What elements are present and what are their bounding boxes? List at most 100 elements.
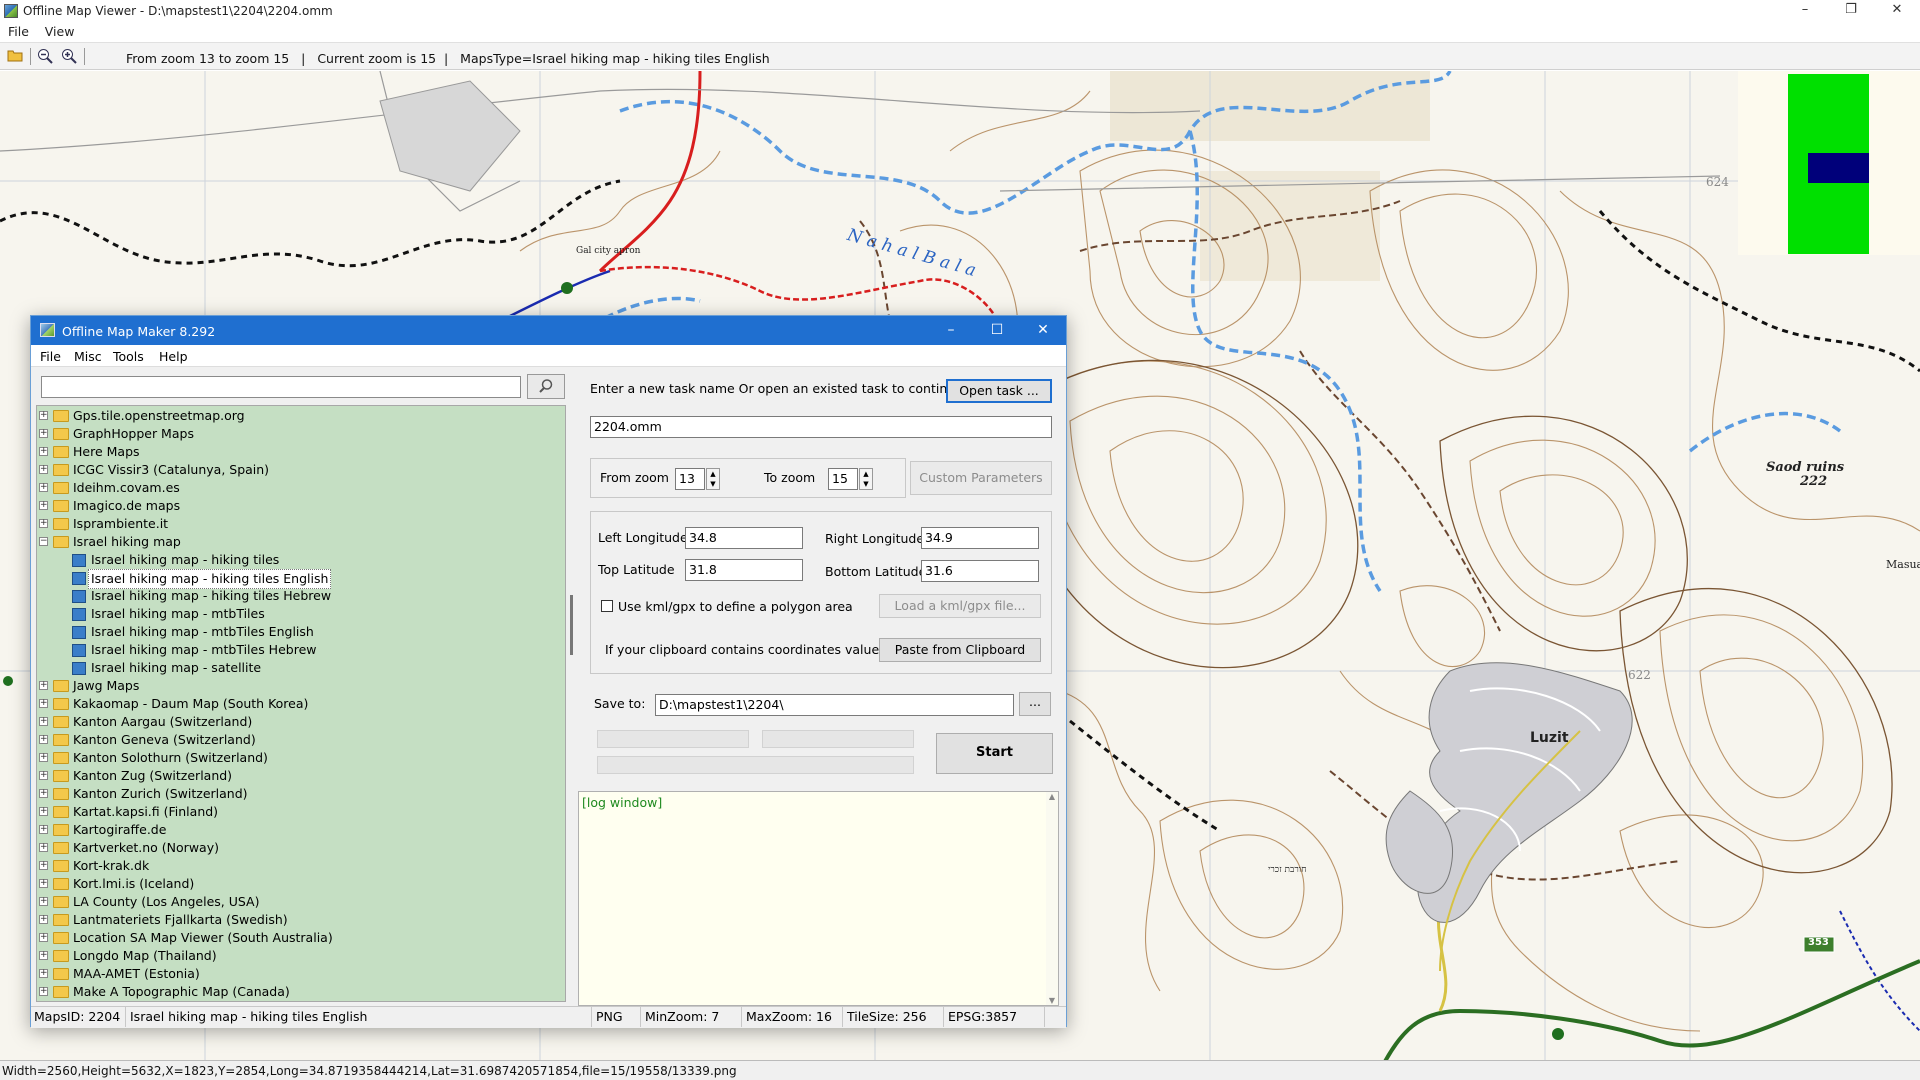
tree-folder-item[interactable]: + Kartat.kapsi.fi (Finland) [37, 803, 565, 821]
tree-expander-icon[interactable]: + [39, 483, 48, 492]
dialog-menu-file[interactable]: File [40, 345, 61, 364]
tree-expander-icon[interactable]: + [39, 699, 48, 708]
tree-expander-icon[interactable]: + [39, 735, 48, 744]
dialog-minimize-button[interactable]: – [928, 316, 974, 345]
tree-folder-item[interactable]: + Kanton Aargau (Switzerland) [37, 713, 565, 731]
tree-scrollbar[interactable] [567, 405, 577, 1002]
save-to-input[interactable]: D:\mapstest1\2204\ [655, 694, 1014, 716]
tree-map-item[interactable]: Israel hiking map - hiking tiles Hebrew [37, 587, 565, 605]
scroll-up-icon[interactable]: ▲ [1046, 792, 1058, 801]
maximize-button[interactable]: ❐ [1828, 0, 1874, 22]
tree-folder-item[interactable]: + Kanton Geneva (Switzerland) [37, 731, 565, 749]
tree-folder-item[interactable]: − Israel hiking map [37, 533, 565, 551]
zoom-out-icon[interactable] [36, 48, 54, 65]
load-kml-button[interactable]: Load a kml/gpx file... [879, 594, 1041, 618]
minimize-button[interactable]: – [1782, 0, 1828, 22]
tree-folder-item[interactable]: + Here Maps [37, 443, 565, 461]
to-zoom-input[interactable]: 15 [828, 468, 858, 490]
from-zoom-input[interactable]: 13 [675, 468, 705, 490]
tree-map-item[interactable]: Israel hiking map - hiking tiles English [37, 569, 565, 589]
tree-expander-icon[interactable]: + [39, 861, 48, 870]
tree-expander-icon[interactable]: + [39, 717, 48, 726]
tree-expander-icon[interactable]: + [39, 897, 48, 906]
top-latitude-input[interactable]: 31.8 [685, 559, 803, 581]
start-button[interactable]: Start [936, 733, 1053, 774]
tree-map-item[interactable]: Israel hiking map - mtbTiles Hebrew [37, 641, 565, 659]
tree-expander-icon[interactable]: − [39, 537, 48, 546]
tree-folder-item[interactable]: + Jawg Maps [37, 677, 565, 695]
open-task-button[interactable]: Open task ... [946, 379, 1052, 403]
close-button[interactable]: ✕ [1874, 0, 1920, 22]
tree-folder-item[interactable]: + Kanton Zurich (Switzerland) [37, 785, 565, 803]
tree-map-item[interactable]: Israel hiking map - mtbTiles [37, 605, 565, 623]
tree-folder-item[interactable]: + GraphHopper Maps [37, 425, 565, 443]
minimap[interactable] [1738, 71, 1920, 255]
tree-folder-item[interactable]: + Kartogiraffe.de [37, 821, 565, 839]
to-zoom-spinner[interactable]: ▲ ▼ [859, 468, 873, 490]
tree-folder-item[interactable]: + ICGC Vissir3 (Catalunya, Spain) [37, 461, 565, 479]
dialog-close-button[interactable]: ✕ [1020, 316, 1066, 345]
tree-expander-icon[interactable]: + [39, 771, 48, 780]
paste-from-clipboard-button[interactable]: Paste from Clipboard [879, 638, 1041, 662]
tree-expander-icon[interactable]: + [39, 933, 48, 942]
tree-expander-icon[interactable]: + [39, 987, 48, 996]
tree-folder-item[interactable]: + Ideihm.covam.es [37, 479, 565, 497]
tree-expander-icon[interactable]: + [39, 429, 48, 438]
tree-folder-item[interactable]: + Kanton Zug (Switzerland) [37, 767, 565, 785]
minimap-viewport[interactable] [1808, 153, 1869, 183]
from-zoom-spinner[interactable]: ▲ ▼ [706, 468, 720, 490]
tree-expander-icon[interactable]: + [39, 447, 48, 456]
tree-map-item[interactable]: Israel hiking map - hiking tiles [37, 551, 565, 569]
tree-folder-item[interactable]: + Isprambiente.it [37, 515, 565, 533]
tree-expander-icon[interactable]: + [39, 915, 48, 924]
tree-expander-icon[interactable]: + [39, 825, 48, 834]
dialog-maximize-button[interactable]: ☐ [974, 316, 1020, 345]
tree-folder-item[interactable]: + Kort-krak.dk [37, 857, 565, 875]
task-name-input[interactable]: 2204.omm [590, 416, 1052, 438]
tree-expander-icon[interactable]: + [39, 519, 48, 528]
tree-folder-item[interactable]: + Kakaomap - Daum Map (South Korea) [37, 695, 565, 713]
map-source-tree[interactable]: + Gps.tile.openstreetmap.org + GraphHopper … [36, 405, 566, 1002]
dialog-menu-misc[interactable]: Misc [74, 345, 102, 364]
tree-folder-item[interactable]: + Gps.tile.openstreetmap.org [37, 407, 565, 425]
tree-folder-item[interactable]: + Make A Topographic Map (Canada) [37, 983, 565, 1001]
dialog-menu-tools[interactable]: Tools [113, 345, 144, 364]
right-longitude-input[interactable]: 34.9 [921, 527, 1039, 549]
tree-folder-item[interactable]: + MAA-AMET (Estonia) [37, 965, 565, 983]
tree-folder-item[interactable]: + Kartverket.no (Norway) [37, 839, 565, 857]
tree-map-item[interactable]: Israel hiking map - satellite [37, 659, 565, 677]
scroll-down-icon[interactable]: ▼ [1046, 996, 1058, 1005]
log-scrollbar[interactable]: ▲ ▼ [1046, 792, 1058, 1005]
tree-expander-icon[interactable]: + [39, 879, 48, 888]
menu-view[interactable]: View [33, 22, 75, 39]
tree-folder-item[interactable]: + Longdo Map (Thailand) [37, 947, 565, 965]
tree-folder-item[interactable]: + Kort.lmi.is (Iceland) [37, 875, 565, 893]
tree-expander-icon[interactable]: + [39, 465, 48, 474]
tree-expander-icon[interactable]: + [39, 411, 48, 420]
tree-folder-item[interactable]: + Kanton Solothurn (Switzerland) [37, 749, 565, 767]
tree-expander-icon[interactable]: + [39, 969, 48, 978]
map-search-input[interactable] [41, 376, 521, 398]
tree-folder-item[interactable]: + Lantmateriets Fjallkarta (Swedish) [37, 911, 565, 929]
kml-polygon-checkbox[interactable] [601, 600, 613, 612]
menu-file[interactable]: File [0, 22, 29, 39]
tree-map-item[interactable]: Israel hiking map - mtbTiles English [37, 623, 565, 641]
tree-expander-icon[interactable]: + [39, 843, 48, 852]
tree-expander-icon[interactable]: + [39, 753, 48, 762]
tree-folder-item[interactable]: + Location SA Map Viewer (South Australia… [37, 929, 565, 947]
bottom-latitude-input[interactable]: 31.6 [921, 560, 1039, 582]
zoom-in-icon[interactable] [60, 48, 78, 65]
tree-folder-item[interactable]: + LA County (Los Angeles, USA) [37, 893, 565, 911]
search-button[interactable] [527, 374, 565, 399]
log-window[interactable]: [log window] ▲ ▼ [578, 791, 1059, 1006]
tree-expander-icon[interactable]: + [39, 501, 48, 510]
tree-expander-icon[interactable]: + [39, 681, 48, 690]
dialog-menu-help[interactable]: Help [159, 345, 188, 364]
browse-button[interactable]: ... [1019, 692, 1051, 716]
open-folder-icon[interactable] [6, 48, 24, 65]
tree-folder-item[interactable]: + Imagico.de maps [37, 497, 565, 515]
left-longitude-input[interactable]: 34.8 [685, 527, 803, 549]
tree-expander-icon[interactable]: + [39, 789, 48, 798]
tree-expander-icon[interactable]: + [39, 807, 48, 816]
tree-expander-icon[interactable]: + [39, 951, 48, 960]
